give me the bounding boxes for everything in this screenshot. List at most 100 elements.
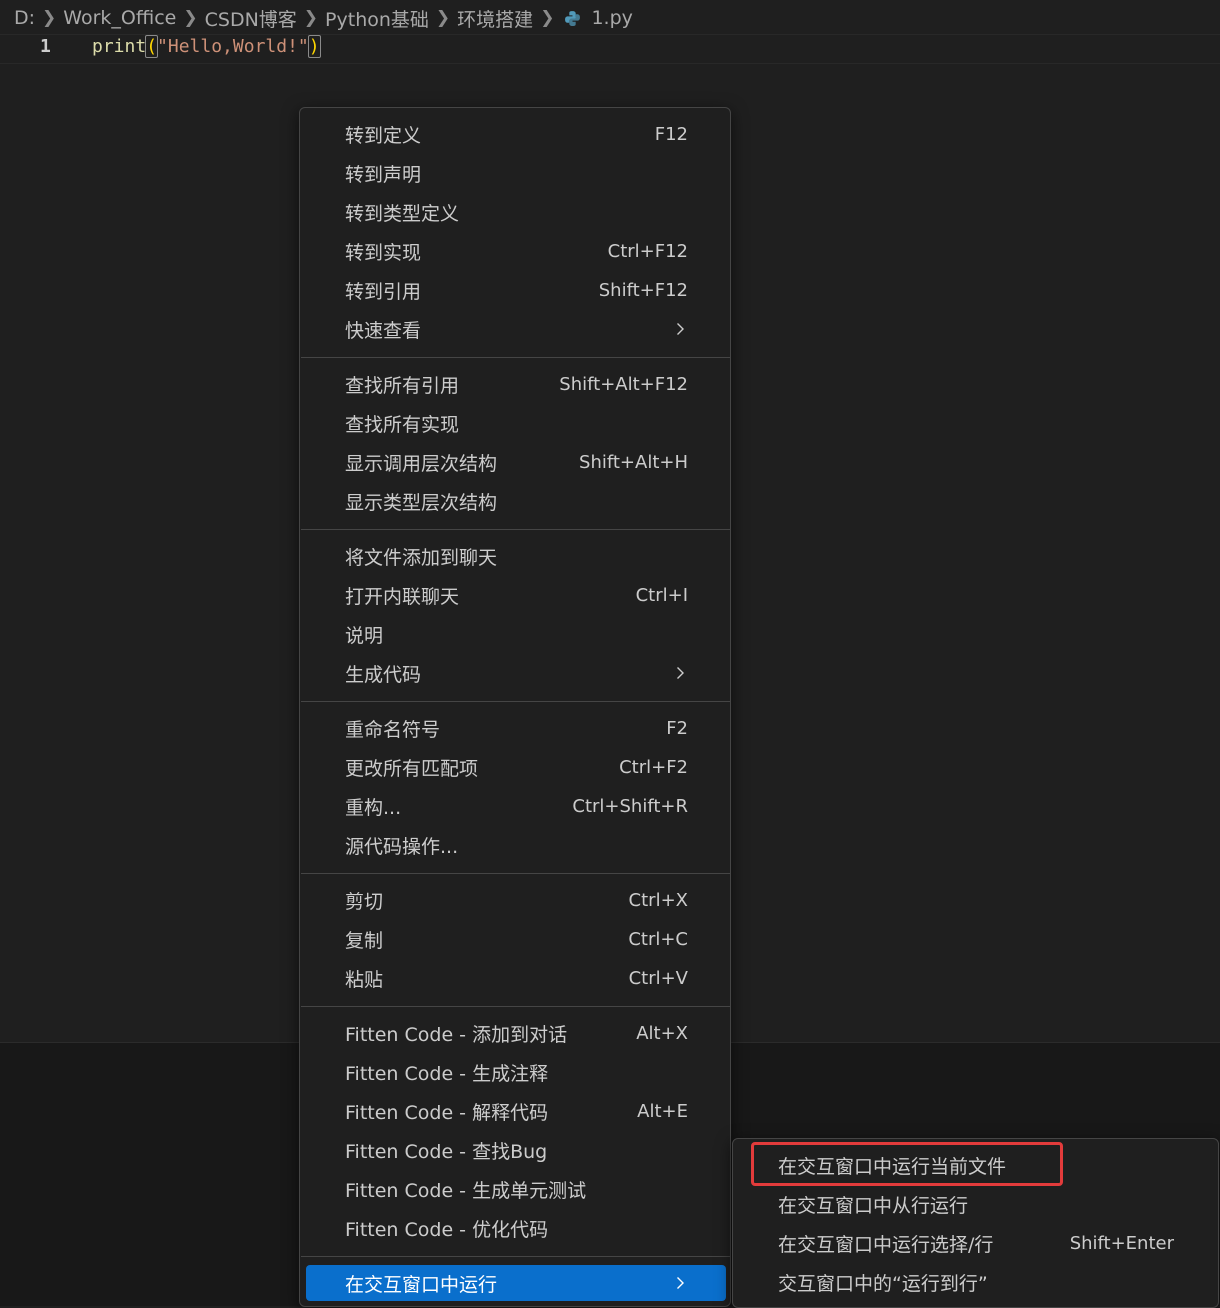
menu-item-label: 查找所有引用 — [345, 374, 460, 397]
chevron-right-icon: ❯ — [540, 8, 555, 28]
chevron-right-icon — [677, 1277, 684, 1289]
menu-separator — [301, 701, 731, 702]
menu-item-label: 查找所有实现 — [345, 413, 460, 436]
menu-item[interactable]: 查找所有实现 — [306, 405, 726, 441]
menu-item[interactable]: 显示类型层次结构 — [306, 483, 726, 519]
submenu-item-shortcut: Shift+Enter — [1069, 1232, 1174, 1254]
code-token-function: print — [92, 36, 147, 57]
menu-item[interactable]: 转到定义 F12 — [306, 116, 726, 152]
menu-item[interactable]: 在交互窗口中运行 — [306, 1265, 726, 1301]
menu-item-shortcut: Ctrl+F12 — [607, 240, 688, 262]
menu-item-shortcut: Ctrl+F2 — [619, 756, 688, 778]
menu-item[interactable]: 转到声明 — [306, 155, 726, 191]
menu-item-shortcut: Alt+E — [637, 1100, 688, 1122]
menu-item-shortcut: Shift+Alt+F12 — [559, 373, 688, 395]
menu-item-label: 粘贴 — [345, 968, 384, 991]
chevron-right-icon: ❯ — [435, 8, 451, 28]
menu-item[interactable]: Fitten Code - 生成单元测试 — [306, 1171, 726, 1207]
chevron-right-icon — [677, 323, 684, 335]
menu-separator — [301, 529, 731, 530]
submenu-item[interactable]: 交互窗口中的“运行到行” — [739, 1264, 1214, 1300]
menu-item[interactable]: Fitten Code - 生成注释 — [306, 1054, 726, 1090]
menu-item[interactable]: 将文件添加到聊天 — [306, 538, 726, 574]
menu-item[interactable]: 打开内联聊天 Ctrl+I — [306, 577, 726, 613]
menu-item-label: 将文件添加到聊天 — [345, 546, 498, 569]
submenu-item-label: 在交互窗口中运行当前文件 — [778, 1155, 1007, 1178]
menu-item-label: 生成代码 — [345, 663, 422, 686]
code-token-close-paren: ) — [307, 35, 321, 58]
menu-item-label: 在交互窗口中运行 — [345, 1273, 498, 1296]
menu-item[interactable]: 显示调用层次结构 Shift+Alt+H — [306, 444, 726, 480]
menu-item[interactable]: 剪切 Ctrl+X — [306, 882, 726, 918]
menu-item-label: 转到引用 — [345, 280, 422, 303]
chevron-right-icon: ❯ — [42, 8, 57, 28]
submenu-item[interactable]: 在交互窗口中从行运行 — [739, 1186, 1214, 1222]
menu-item-label: Fitten Code - 生成单元测试 — [345, 1179, 587, 1202]
submenu-item[interactable]: 在交互窗口中运行当前文件 — [739, 1147, 1214, 1183]
menu-item-label: Fitten Code - 优化代码 — [345, 1218, 549, 1241]
chevron-right-icon: ❯ — [183, 8, 198, 28]
menu-item-label: 复制 — [345, 929, 384, 952]
code-line-1[interactable]: 1 print("Hello,World!") — [0, 34, 1220, 64]
menu-item[interactable]: 查找所有引用 Shift+Alt+F12 — [306, 366, 726, 402]
menu-item-label: 转到类型定义 — [345, 202, 460, 225]
menu-item[interactable]: Fitten Code - 查找Bug — [306, 1132, 726, 1168]
menu-item[interactable]: Fitten Code - 优化代码 — [306, 1210, 726, 1246]
menu-item[interactable]: 重构... Ctrl+Shift+R — [306, 788, 726, 824]
menu-item[interactable]: 转到实现 Ctrl+F12 — [306, 233, 726, 269]
menu-item-shortcut: Shift+F12 — [598, 279, 688, 301]
menu-item-label: 转到声明 — [345, 163, 422, 186]
menu-item[interactable]: 更改所有匹配项 Ctrl+F2 — [306, 749, 726, 785]
menu-item[interactable]: 转到类型定义 — [306, 194, 726, 230]
menu-item-shortcut: Ctrl+I — [635, 584, 688, 606]
menu-separator — [301, 873, 731, 874]
breadcrumb-segment-drive[interactable]: D: — [14, 7, 35, 29]
menu-separator — [301, 1006, 731, 1007]
breadcrumb-segment-work-office[interactable]: Work_Office — [63, 7, 176, 29]
menu-item[interactable]: 复制 Ctrl+C — [306, 921, 726, 957]
menu-item[interactable]: Fitten Code - 添加到对话 Alt+X — [306, 1015, 726, 1051]
menu-item-label: 显示调用层次结构 — [345, 452, 498, 475]
menu-item[interactable]: 说明 — [306, 616, 726, 652]
menu-item-label: 快速查看 — [345, 319, 422, 342]
code-token-string: "Hello,World!" — [157, 36, 309, 57]
menu-item[interactable]: 快速查看 — [306, 311, 726, 347]
breadcrumb: D: ❯ Work_Office ❯ CSDN博客 ❯ Python基础 ❯ 环… — [14, 4, 633, 32]
breadcrumb-segment-python[interactable]: Python基础 — [325, 5, 429, 32]
menu-item-shortcut: F2 — [666, 717, 688, 739]
menu-item[interactable]: 源代码操作... — [306, 827, 726, 863]
menu-separator — [301, 357, 731, 358]
menu-separator — [301, 1256, 731, 1257]
menu-item[interactable]: 重命名符号 F2 — [306, 710, 726, 746]
submenu-item-label: 在交互窗口中从行运行 — [778, 1194, 969, 1217]
code-text[interactable]: print("Hello,World!") — [92, 35, 321, 58]
menu-item[interactable]: Fitten Code - 解释代码 Alt+E — [306, 1093, 726, 1129]
menu-item-shortcut: Ctrl+Shift+R — [572, 795, 688, 817]
run-in-interactive-submenu: 在交互窗口中运行当前文件 在交互窗口中从行运行在交互窗口中运行选择/行 Shift+… — [732, 1138, 1219, 1308]
menu-item-label: 转到定义 — [345, 124, 422, 147]
menu-item-label: 显示类型层次结构 — [345, 491, 498, 514]
menu-item-label: 重命名符号 — [345, 718, 441, 741]
menu-item-label: Fitten Code - 添加到对话 — [345, 1023, 568, 1046]
breadcrumb-segment-csdn[interactable]: CSDN博客 — [205, 5, 297, 32]
menu-item-label: Fitten Code - 查找Bug — [345, 1140, 548, 1163]
menu-item[interactable]: 转到引用 Shift+F12 — [306, 272, 726, 308]
menu-item-label: 更改所有匹配项 — [345, 757, 479, 780]
line-number: 1 — [40, 36, 51, 57]
menu-item-label: 重构... — [345, 796, 402, 819]
menu-item-shortcut: Ctrl+C — [628, 928, 688, 950]
menu-item-label: 转到实现 — [345, 241, 422, 264]
submenu-item-label: 交互窗口中的“运行到行” — [778, 1272, 988, 1295]
breadcrumb-file[interactable]: 1.py — [591, 7, 632, 29]
submenu-item[interactable]: 在交互窗口中运行选择/行 Shift+Enter — [739, 1225, 1214, 1261]
menu-item[interactable]: 粘贴 Ctrl+V — [306, 960, 726, 996]
menu-item-shortcut: Ctrl+V — [628, 967, 688, 989]
breadcrumb-segment-env[interactable]: 环境搭建 — [457, 5, 533, 32]
menu-item-shortcut: Shift+Alt+H — [579, 451, 688, 473]
code-token-open-paren: ( — [145, 35, 159, 58]
menu-item-label: 打开内联聊天 — [345, 585, 460, 608]
menu-item[interactable]: 生成代码 — [306, 655, 726, 691]
menu-item-shortcut: Ctrl+X — [628, 889, 688, 911]
chevron-right-icon — [677, 667, 684, 679]
menu-item-shortcut: Alt+X — [636, 1022, 688, 1044]
